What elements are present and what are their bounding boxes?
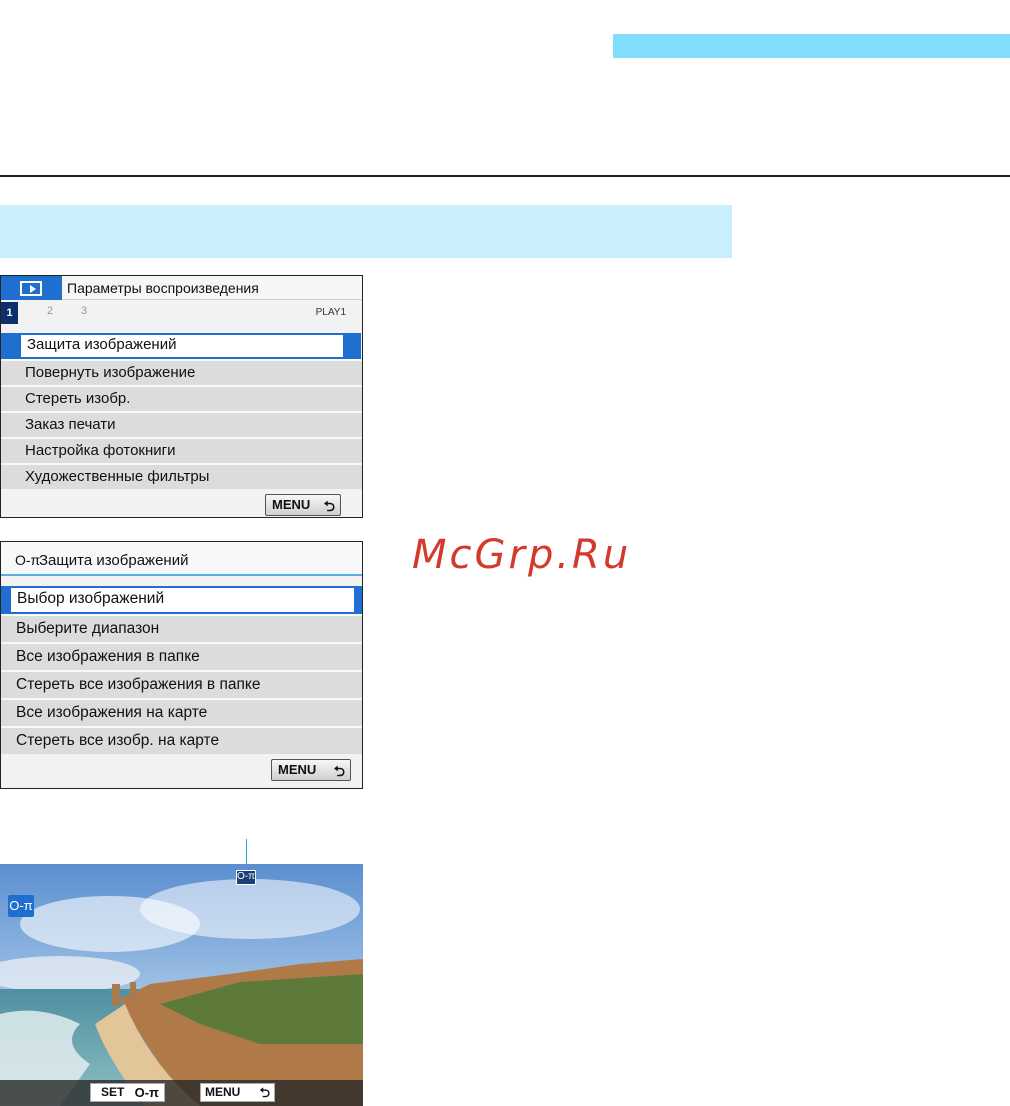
image-control-bar: SET O-π MENU ⮌ bbox=[0, 1080, 363, 1106]
header-color-bar bbox=[613, 34, 1010, 58]
menu-item-unprotect-card[interactable]: Стереть все изобр. на карте bbox=[1, 726, 362, 754]
section-heading-band bbox=[0, 205, 732, 258]
menu-item-protect-images[interactable]: Защита изображений bbox=[1, 333, 361, 359]
menu-item-unprotect-folder[interactable]: Стереть все изображения в папке bbox=[1, 670, 362, 698]
menu-header: Параметры воспроизведения bbox=[1, 276, 362, 300]
key-icon: O-π bbox=[15, 552, 41, 568]
menu-item-erase-images[interactable]: Стереть изобр. bbox=[1, 385, 362, 411]
set-protect-button[interactable]: SET O-π bbox=[90, 1083, 165, 1102]
protected-key-icon: O-π bbox=[236, 870, 256, 885]
back-arrow-icon: ⮌ bbox=[259, 1085, 270, 1100]
menu-button-label: MENU bbox=[272, 497, 311, 512]
page-tab-3[interactable]: 3 bbox=[81, 305, 87, 317]
menu-page-tabs: 1 2 3 PLAY1 bbox=[1, 302, 362, 324]
back-arrow-icon: ⮌ bbox=[333, 763, 345, 779]
menu-item-rotate-image[interactable]: Повернуть изображение bbox=[1, 359, 362, 385]
callout-line bbox=[246, 839, 247, 867]
menu-item-select-images[interactable]: Выбор изображений bbox=[1, 586, 362, 614]
menu-item-select-range[interactable]: Выберите диапазон bbox=[1, 614, 362, 642]
menu-list: Выбор изображений Выберите диапазон Все … bbox=[1, 586, 362, 754]
menu-list: Защита изображений Повернуть изображение… bbox=[1, 333, 362, 489]
page-tab-1[interactable]: 1 bbox=[1, 302, 18, 324]
playback-icon bbox=[20, 281, 42, 296]
menu-item-photobook-setup[interactable]: Настройка фотокниги bbox=[1, 437, 362, 463]
playback-tab[interactable] bbox=[1, 276, 62, 300]
page-label: PLAY1 bbox=[315, 307, 346, 318]
menu-item-creative-filters[interactable]: Художественные фильтры bbox=[1, 463, 362, 489]
menu-item-all-on-card[interactable]: Все изображения на карте bbox=[1, 698, 362, 726]
menu-back-button[interactable]: MENU ⮌ bbox=[200, 1083, 275, 1102]
watermark: McGrp.Ru bbox=[412, 532, 632, 578]
key-icon: O-π bbox=[134, 1085, 159, 1100]
menu-button-label: MENU bbox=[278, 762, 317, 777]
protection-key-icon: O-π bbox=[8, 895, 34, 917]
menu-back-button[interactable]: MENU ⮌ bbox=[265, 494, 341, 516]
protect-images-screen: O-π Защита изображений Выбор изображений… bbox=[0, 541, 363, 789]
menu-item-print-order[interactable]: Заказ печати bbox=[1, 411, 362, 437]
set-button-label: SET bbox=[101, 1085, 125, 1099]
menu-title: Параметры воспроизведения bbox=[67, 280, 259, 296]
page-tab-2[interactable]: 2 bbox=[47, 305, 53, 317]
menu-back-button[interactable]: MENU ⮌ bbox=[271, 759, 351, 781]
playback-menu-screen: Параметры воспроизведения 1 2 3 PLAY1 За… bbox=[0, 275, 363, 518]
landscape-photo bbox=[0, 864, 363, 1106]
menu-item-all-in-folder[interactable]: Все изображения в папке bbox=[1, 642, 362, 670]
back-arrow-icon: ⮌ bbox=[323, 498, 335, 514]
menu-header: O-π Защита изображений bbox=[1, 542, 362, 576]
menu-title: Защита изображений bbox=[39, 552, 189, 569]
protected-image-preview bbox=[0, 864, 363, 1106]
horizontal-rule bbox=[0, 175, 1010, 177]
menu-button-label: MENU bbox=[205, 1085, 241, 1099]
